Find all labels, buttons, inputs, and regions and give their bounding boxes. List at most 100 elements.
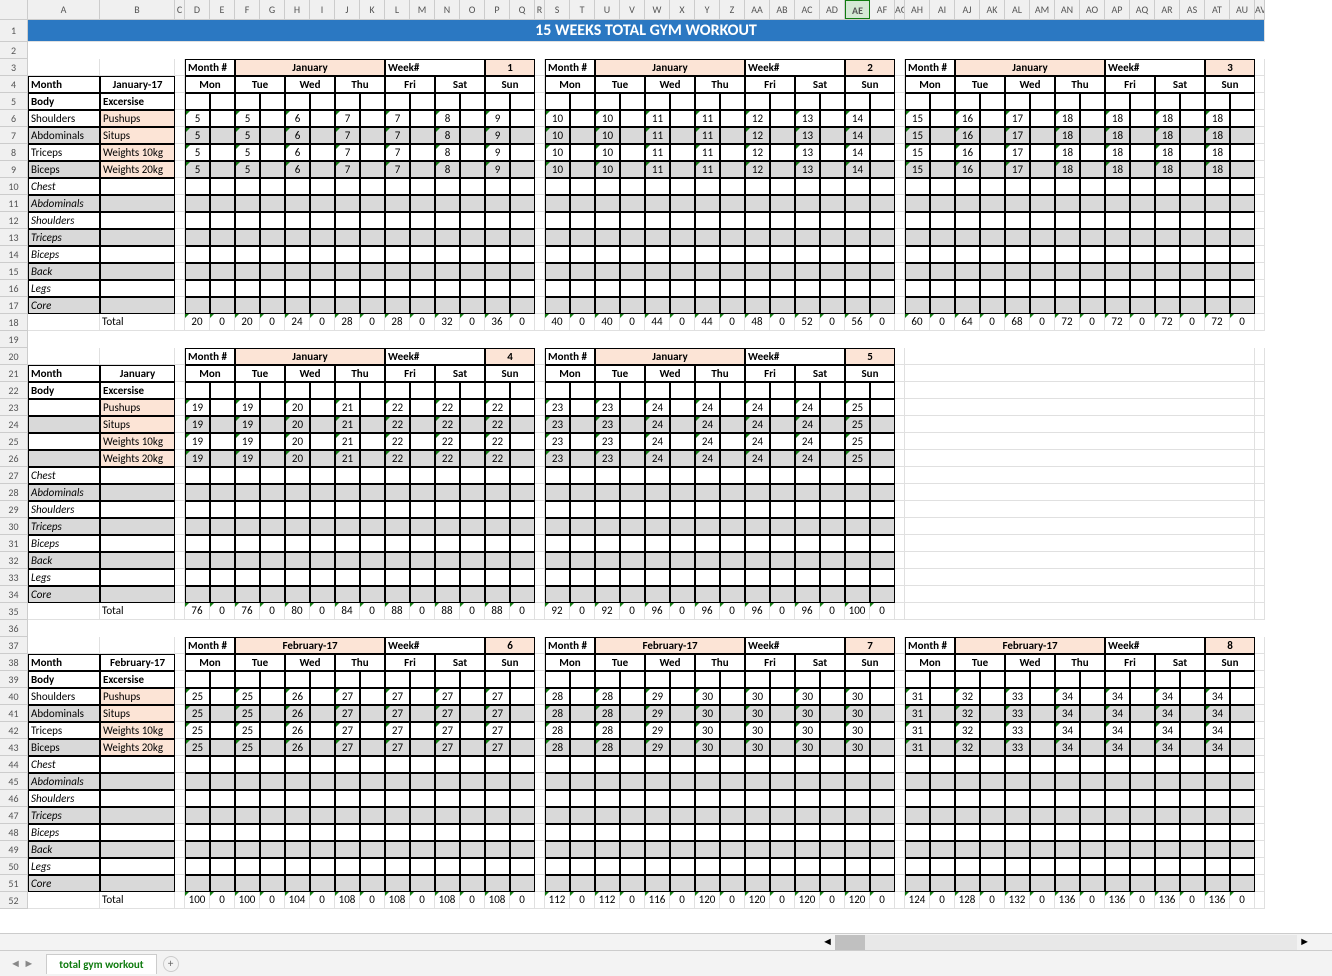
cell[interactable] — [260, 484, 285, 501]
cell[interactable] — [285, 518, 310, 535]
cell[interactable] — [545, 297, 570, 314]
cell[interactable] — [720, 756, 745, 773]
cell[interactable] — [745, 824, 770, 841]
val[interactable]: 11 — [695, 161, 720, 178]
cell[interactable] — [1030, 195, 1055, 212]
cell[interactable] — [845, 382, 870, 399]
cell[interactable] — [595, 807, 620, 824]
cell[interactable] — [360, 739, 385, 756]
cell[interactable] — [1130, 144, 1155, 161]
cell[interactable] — [285, 671, 310, 688]
cell[interactable] — [335, 535, 360, 552]
cell[interactable] — [535, 76, 545, 93]
cell[interactable] — [535, 178, 545, 195]
cell[interactable] — [510, 263, 535, 280]
cell[interactable] — [770, 433, 795, 450]
cell[interactable] — [720, 705, 745, 722]
val[interactable]: 23 — [595, 416, 620, 433]
cell[interactable] — [360, 382, 385, 399]
cell[interactable] — [175, 467, 185, 484]
val[interactable]: 10 — [595, 144, 620, 161]
cell[interactable] — [410, 671, 435, 688]
cell[interactable] — [1055, 246, 1080, 263]
val[interactable]: 7 — [335, 110, 360, 127]
cell[interactable] — [645, 178, 670, 195]
cell[interactable] — [285, 382, 310, 399]
cell[interactable] — [175, 314, 185, 331]
cell[interactable] — [670, 127, 695, 144]
cell[interactable] — [1255, 790, 1265, 807]
col-header-E[interactable]: E — [210, 0, 235, 19]
cell[interactable] — [1205, 807, 1230, 824]
cell[interactable] — [905, 178, 930, 195]
cell[interactable] — [210, 722, 235, 739]
cell[interactable] — [1005, 93, 1030, 110]
val[interactable]: 34 — [1155, 739, 1180, 756]
cell[interactable] — [335, 280, 360, 297]
cell[interactable] — [460, 671, 485, 688]
cell[interactable] — [360, 790, 385, 807]
val[interactable]: 27 — [385, 705, 410, 722]
val[interactable]: 15 — [905, 127, 930, 144]
cell[interactable] — [485, 93, 510, 110]
cell[interactable] — [820, 586, 845, 603]
cell[interactable] — [1205, 756, 1230, 773]
cell[interactable] — [645, 467, 670, 484]
cell[interactable] — [620, 246, 645, 263]
cell[interactable] — [1255, 552, 1265, 569]
cell[interactable] — [795, 756, 820, 773]
cell[interactable] — [1180, 195, 1205, 212]
cell[interactable] — [905, 246, 930, 263]
cell[interactable] — [410, 246, 435, 263]
cell[interactable] — [485, 875, 510, 892]
cell[interactable] — [1130, 93, 1155, 110]
cell[interactable] — [820, 297, 845, 314]
exc-empty[interactable] — [100, 280, 175, 297]
cell[interactable] — [820, 518, 845, 535]
cell[interactable] — [820, 756, 845, 773]
row-header-14[interactable]: 14 — [0, 246, 28, 263]
cell[interactable] — [1030, 790, 1055, 807]
val[interactable]: 19 — [235, 433, 260, 450]
val[interactable]: 27 — [385, 688, 410, 705]
cell[interactable] — [645, 280, 670, 297]
cell[interactable] — [930, 110, 955, 127]
cell[interactable] — [485, 841, 510, 858]
row-header-35[interactable]: 35 — [0, 603, 28, 620]
cell[interactable] — [745, 382, 770, 399]
cell[interactable] — [410, 178, 435, 195]
cell[interactable] — [385, 756, 410, 773]
cell[interactable] — [410, 399, 435, 416]
cell[interactable] — [510, 824, 535, 841]
cell[interactable] — [570, 382, 595, 399]
cell[interactable] — [820, 841, 845, 858]
cell[interactable] — [1080, 212, 1105, 229]
cell[interactable] — [870, 161, 895, 178]
cell[interactable] — [310, 756, 335, 773]
cell[interactable] — [210, 178, 235, 195]
cell[interactable] — [1130, 824, 1155, 841]
cell[interactable] — [510, 535, 535, 552]
cell[interactable] — [1230, 161, 1255, 178]
cell[interactable] — [175, 892, 185, 909]
cell[interactable] — [1105, 858, 1130, 875]
cell[interactable] — [570, 416, 595, 433]
cell[interactable] — [1180, 297, 1205, 314]
cell[interactable] — [175, 484, 185, 501]
cell[interactable] — [185, 195, 210, 212]
val[interactable]: 18 — [1105, 144, 1130, 161]
cell[interactable] — [820, 178, 845, 195]
cell[interactable] — [385, 875, 410, 892]
cell[interactable] — [210, 773, 235, 790]
cell[interactable] — [820, 212, 845, 229]
row-header-34[interactable]: 34 — [0, 586, 28, 603]
cell[interactable] — [795, 518, 820, 535]
cell[interactable] — [905, 450, 1255, 467]
cell[interactable] — [360, 467, 385, 484]
cell[interactable] — [360, 280, 385, 297]
cell[interactable] — [210, 739, 235, 756]
cell[interactable] — [235, 229, 260, 246]
cell[interactable] — [260, 824, 285, 841]
val[interactable]: 30 — [695, 722, 720, 739]
cell[interactable] — [620, 586, 645, 603]
